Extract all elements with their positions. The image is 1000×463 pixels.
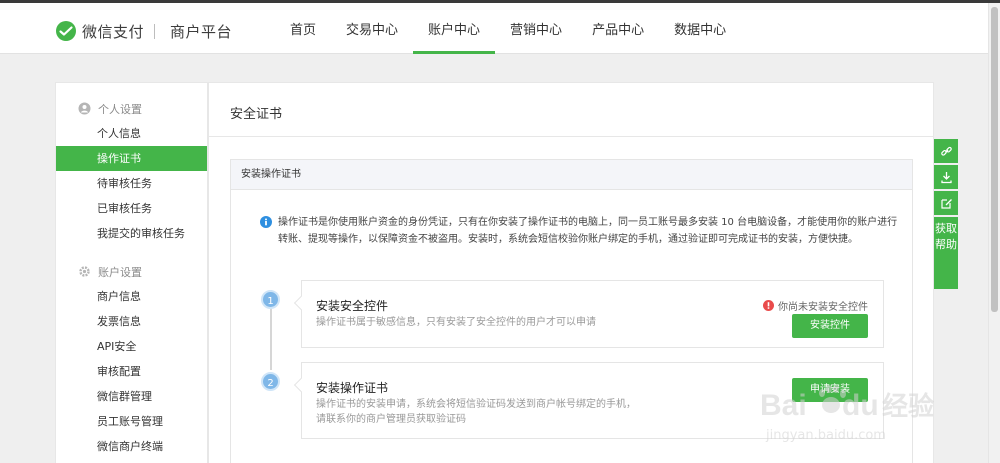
edit-button[interactable] (934, 191, 958, 215)
watermark-url: jingyan.baidu.com (765, 428, 886, 443)
info-icon (260, 216, 272, 228)
main-nav: 首页 交易中心 账户中心 营销中心 产品中心 数据中心 (275, 3, 741, 54)
sidebar-item-operation-cert[interactable]: 操作证书 (56, 146, 207, 171)
download-icon (940, 171, 952, 183)
gear-icon (79, 266, 90, 277)
nav-data-center[interactable]: 数据中心 (659, 3, 741, 54)
step-title: 安装安全控件 (316, 299, 389, 313)
box-title: 安装操作证书 (231, 160, 912, 190)
sidebar-item-api-security[interactable]: API安全 (56, 334, 207, 359)
step-title: 安装操作证书 (316, 381, 389, 395)
sidebar-item-invoice-info[interactable]: 发票信息 (56, 309, 207, 334)
sidebar-item-merchant-info[interactable]: 商户信息 (56, 284, 207, 309)
floating-tools: 获取帮助 (934, 139, 958, 289)
platform-name: 商户平台 (170, 22, 233, 41)
share-link-button[interactable] (934, 139, 958, 163)
wechat-pay-logo[interactable]: 微信支付 商户平台 (55, 20, 232, 42)
nav-marketing-center[interactable]: 营销中心 (495, 3, 577, 54)
sidebar-item-review-config[interactable]: 审核配置 (56, 359, 207, 384)
top-header: 微信支付 商户平台 首页 交易中心 账户中心 营销中心 产品中心 数据中心 (0, 3, 988, 54)
scrollbar-thumb[interactable] (991, 7, 998, 312)
brand-name: 微信支付 (82, 22, 145, 41)
sidebar-group-label: 账户设置 (98, 265, 142, 279)
sidebar-item-pending-review[interactable]: 待审核任务 (56, 171, 207, 196)
baidu-jingyan-watermark: Bai du 经验 jingyan.baidu.com (760, 385, 934, 443)
warning-icon (763, 300, 774, 311)
step-card-install-control: 安装安全控件 操作证书属于敏感信息，只有安装了安全控件的用户才可以申请 你尚未安… (301, 280, 884, 348)
sidebar-item-my-submitted[interactable]: 我提交的审核任务 (56, 221, 207, 246)
step-description-line2: 请联系你的商户管理员获取验证码 (316, 414, 466, 425)
watermark-brand-suffix: du (842, 389, 879, 422)
sidebar-item-personal-info[interactable]: 个人信息 (56, 121, 207, 146)
nav-home[interactable]: 首页 (275, 3, 331, 54)
get-help-button[interactable]: 获取帮助 (934, 217, 958, 289)
install-control-button[interactable]: 安装控件 (792, 314, 868, 338)
sidebar-group-personal: 个人设置 (56, 96, 207, 121)
watermark-brand: Bai (760, 389, 807, 422)
watermark-cn: 经验 (882, 391, 934, 422)
step-number-1: 1 (261, 290, 280, 309)
info-text: 操作证书是你使用账户资金的身份凭证，只有在你安装了操作证书的电脑上，同一员工账号… (278, 217, 898, 245)
sidebar-item-merchant-terminal[interactable]: 微信商户终端 (56, 434, 207, 459)
edit-icon (940, 198, 952, 209)
user-icon (78, 102, 91, 115)
sidebar-item-reviewed[interactable]: 已审核任务 (56, 196, 207, 221)
sidebar-item-wechat-group[interactable]: 微信群管理 (56, 384, 207, 409)
nav-trade-center[interactable]: 交易中心 (331, 3, 413, 54)
title-divider (209, 136, 933, 137)
download-button[interactable] (934, 165, 958, 189)
step-description: 操作证书属于敏感信息，只有安装了安全控件的用户才可以申请 (316, 317, 596, 328)
warning-text: 你尚未安装安全控件 (778, 302, 868, 313)
step-number-2: 2 (261, 372, 280, 391)
nav-account-center[interactable]: 账户中心 (413, 3, 496, 54)
logo-divider (154, 23, 156, 39)
control-not-installed-warning: 你尚未安装安全控件 (763, 298, 868, 313)
step-description: 操作证书的安装申请，系统会将短信验证码发送到商户帐号绑定的手机， (316, 399, 636, 410)
wechat-pay-logo-icon (56, 21, 76, 41)
link-icon (940, 146, 952, 156)
info-notice: 操作证书是你使用账户资金的身份凭证，只有在你安装了操作证书的电脑上，同一员工账号… (260, 214, 900, 248)
sidebar-item-staff-accounts[interactable]: 员工账号管理 (56, 409, 207, 434)
sidebar: 个人设置 个人信息 操作证书 待审核任务 已审核任务 我提交的审核任务 账户设置… (55, 82, 208, 463)
page-scrollbar[interactable] (988, 3, 1000, 463)
sidebar-group-account: 账户设置 (56, 259, 207, 284)
page-title: 安全证书 (230, 107, 283, 122)
sidebar-group-label: 个人设置 (98, 102, 142, 116)
nav-product-center[interactable]: 产品中心 (577, 3, 659, 54)
